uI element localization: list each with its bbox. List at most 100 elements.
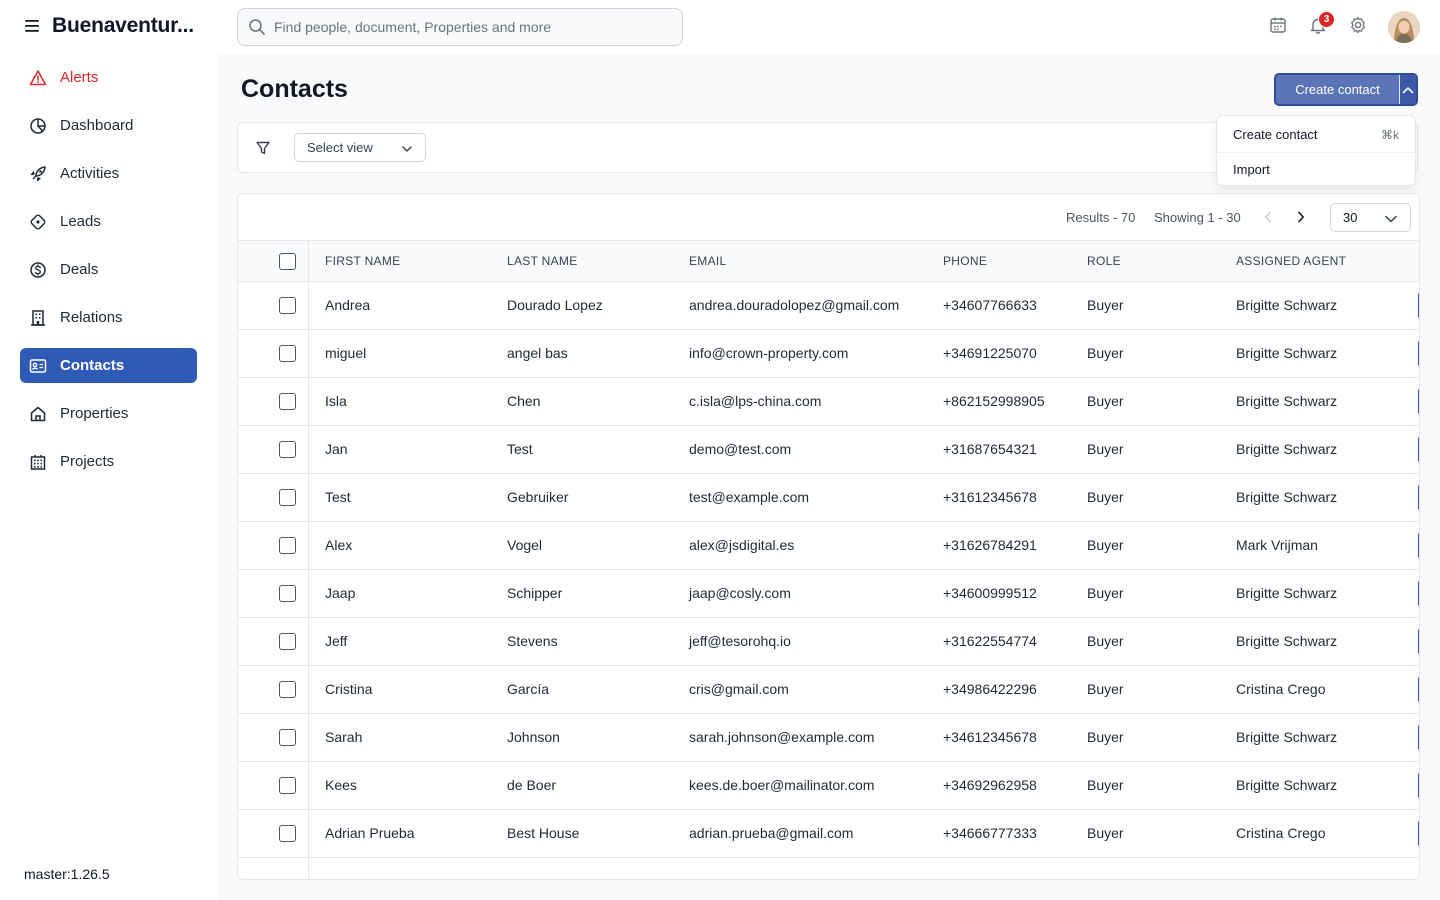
create-contact-button[interactable]: Create contact [1276,75,1400,104]
cell-last-name: Vogel [507,537,543,553]
row-checkbox[interactable] [279,441,296,458]
cell-assigned-agent: Brigitte Schwarz [1236,777,1338,793]
showing-range: Showing 1 - 30 [1154,210,1241,225]
row-action-button[interactable] [1418,531,1419,560]
cell-assigned-agent: Mark Vrijman [1236,537,1318,553]
chevron-up-icon[interactable] [1400,75,1416,104]
column-header-assigned-agent[interactable]: ASSIGNED AGENT [1236,254,1346,268]
filter-icon[interactable] [253,138,273,158]
row-checkbox[interactable] [279,585,296,602]
sidebar-item-properties[interactable]: Properties [20,396,197,431]
hamburger-menu-icon[interactable] [20,14,44,38]
pie-chart-icon [29,117,47,135]
cell-last-name: angel bas [507,345,568,361]
table-row[interactable]: Isla Chen c.isla@lps-china.com +86215299890… [238,378,1419,426]
dollar-circle-icon [29,261,47,279]
cell-last-name: Dourado Lopez [507,297,603,313]
table-row[interactable]: Test Gebruiker test@example.com +3161234567… [238,474,1419,522]
row-action-button[interactable] [1418,435,1419,464]
cell-assigned-agent: Brigitte Schwarz [1236,345,1338,361]
column-header-first-name[interactable]: FIRST NAME [325,254,400,268]
chevron-right-icon[interactable] [1293,208,1309,226]
column-header-role[interactable]: ROLE [1087,254,1121,268]
table-row[interactable]: Adrian Prueba Best House adrian.prueba@gma… [238,810,1419,858]
row-action-button[interactable] [1418,483,1419,512]
sidebar-item-contacts[interactable]: Contacts [20,348,197,383]
cell-role: Buyer [1087,585,1124,601]
cell-assigned-agent: Brigitte Schwarz [1236,297,1338,313]
chevron-left-icon[interactable] [1260,208,1276,226]
cell-assigned-agent: Cristina Crego [1236,681,1326,697]
sidebar-item-projects[interactable]: Projects [20,444,197,479]
cell-phone: +31626784291 [943,537,1037,553]
table-row[interactable]: Alex Vogel alex@jsdigital.es +31626784291 Bu… [238,522,1419,570]
column-header-phone[interactable]: PHONE [943,254,987,268]
row-action-button[interactable] [1418,675,1419,704]
column-header-email[interactable]: EMAIL [689,254,727,268]
sidebar-item-alerts[interactable]: Alerts [20,60,197,95]
row-action-button[interactable] [1418,579,1419,608]
calendar-icon[interactable] [1268,15,1288,35]
brand-name[interactable]: Buenaventur... [52,14,194,38]
sidebar-item-activities[interactable]: Activities [20,156,197,191]
search-input[interactable] [274,9,674,45]
cell-assigned-agent: Brigitte Schwarz [1236,633,1338,649]
row-checkbox[interactable] [279,729,296,746]
cell-phone: +34607766633 [943,297,1037,313]
row-checkbox[interactable] [279,393,296,410]
row-action-button[interactable] [1418,387,1419,416]
cell-role: Buyer [1087,825,1124,841]
table-row[interactable]: Sarah Johnson sarah.johnson@example.com +34… [238,714,1419,762]
cell-email: cris@gmail.com [689,681,789,697]
row-checkbox[interactable] [279,345,296,362]
notification-badge: 3 [1318,11,1335,28]
table-row[interactable]: Jeff Stevens jeff@tesorohq.io +31622554774 B… [238,618,1419,666]
cell-assigned-agent: Cristina Crego [1236,825,1326,841]
row-checkbox[interactable] [279,489,296,506]
row-action-button[interactable] [1418,627,1419,656]
user-avatar[interactable] [1388,11,1420,43]
cell-assigned-agent: Brigitte Schwarz [1236,729,1338,745]
cell-first-name: Jeff [325,633,348,649]
menu-item-create-contact[interactable]: Create contact ⌘k [1217,117,1415,152]
sidebar-item-leads[interactable]: Leads [20,204,197,239]
cell-first-name: miguel [325,345,367,361]
global-search[interactable] [237,8,683,46]
column-header-last-name[interactable]: LAST NAME [507,254,578,268]
per-page-select[interactable]: 30 [1330,203,1411,232]
create-contact-split-button: Create contact [1274,73,1418,106]
table-row[interactable]: Andrea Dourado Lopez andrea.douradolopez@g… [238,282,1419,330]
home-icon [29,405,47,423]
contact-card-icon [29,357,47,375]
sidebar-item-dashboard[interactable]: Dashboard [20,108,197,143]
row-checkbox[interactable] [279,777,296,794]
cell-first-name: Isla [325,393,347,409]
cell-last-name: Johnson [507,729,560,745]
cell-phone: +34986422296 [943,681,1037,697]
select-all-checkbox[interactable] [279,253,296,270]
table-row[interactable]: Jan Test demo@test.com +31687654321 Buyer Bri… [238,426,1419,474]
cell-last-name: Stevens [507,633,558,649]
row-action-button[interactable] [1418,819,1419,848]
row-checkbox[interactable] [279,297,296,314]
menu-item-import[interactable]: Import [1217,152,1415,187]
row-action-button[interactable] [1418,723,1419,752]
row-checkbox[interactable] [279,825,296,842]
table-row[interactable]: Kees de Boer kees.de.boer@mailinator.com +3… [238,762,1419,810]
row-action-button[interactable] [1418,771,1419,800]
table-row[interactable]: Cristina García cris@gmail.com +34986422296… [238,666,1419,714]
sidebar-item-deals[interactable]: Deals [20,252,197,287]
row-action-button[interactable] [1418,339,1419,368]
cell-email: andrea.douradolopez@gmail.com [689,297,900,313]
building-icon [29,309,47,327]
gear-icon[interactable] [1348,15,1368,35]
row-checkbox[interactable] [279,537,296,554]
row-checkbox[interactable] [279,633,296,650]
row-checkbox[interactable] [279,681,296,698]
table-row[interactable]: Jaap Schipper jaap@cosly.com +34600999512 Bu… [238,570,1419,618]
table-row[interactable]: miguel angel bas info@crown-property.com +3… [238,330,1419,378]
select-view-dropdown[interactable]: Select view [294,133,426,162]
sidebar-item-relations[interactable]: Relations [20,300,197,335]
row-action-button[interactable] [1418,291,1419,320]
cell-email: c.isla@lps-china.com [689,393,822,409]
